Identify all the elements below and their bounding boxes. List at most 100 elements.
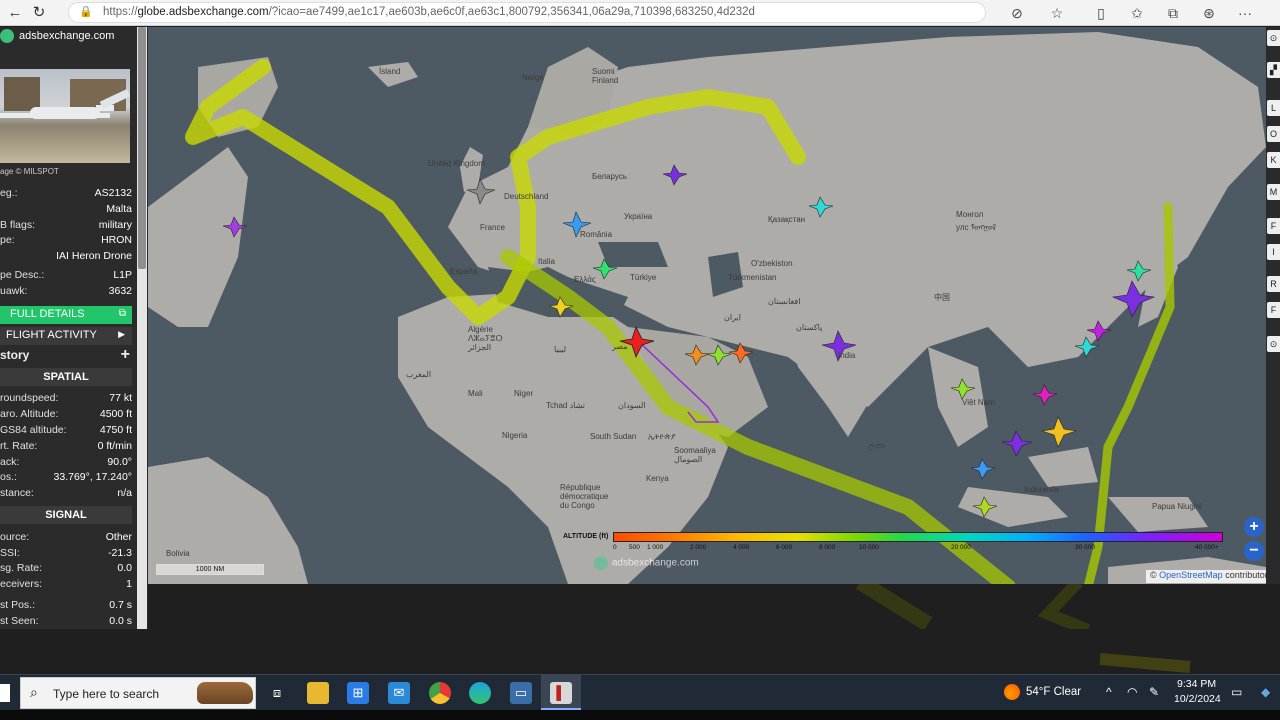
label-france: France (480, 223, 505, 232)
toggle-f2-button[interactable]: F (1267, 302, 1280, 318)
spatial-header: SPATIAL (0, 368, 132, 386)
layers-button[interactable]: ▞ (1267, 62, 1280, 78)
url-text[interactable]: https://globe.adsbexchange.com/?icao=ae7… (103, 6, 755, 18)
more-icon[interactable]: ··· (1234, 3, 1256, 23)
back-icon[interactable]: ← (4, 3, 26, 23)
field-type-desc: pe Desc.: L1P (0, 269, 132, 281)
notifications-icon[interactable]: ▭ (1231, 685, 1242, 699)
label-kazakhstan: Қазақстан (768, 215, 806, 224)
site-watermark: adsbexchange.com (594, 556, 699, 570)
tray-chevron-up-icon[interactable]: ^ (1106, 685, 1112, 699)
settings-button[interactable]: ⊙ (1267, 30, 1280, 46)
label-deutschland: Deutschland (504, 192, 549, 201)
legend-tick: 20 000 (951, 544, 971, 551)
copilot-icon[interactable]: ◆ (1261, 685, 1270, 699)
field-wgs84-altitude: GS84 altitude: 4750 ft (0, 424, 132, 436)
active-app-tab[interactable]: ▌ (541, 675, 581, 710)
label-island: Ísland (379, 67, 401, 76)
toggle-k-button[interactable]: K (1267, 152, 1280, 168)
full-details-button[interactable]: FULL DETAILS ⧉ (0, 306, 132, 324)
flight-map[interactable]: Ísland Norge Suomi Finland United Kingdo… (148, 27, 1266, 584)
expand-plus-icon[interactable]: + (121, 346, 130, 364)
locate-button[interactable]: ⊙ (1267, 336, 1280, 352)
altitude-legend: ALTITUDE (ft) 0 500 1 000 2 000 4 000 6 … (563, 528, 1243, 558)
split-screen-icon[interactable]: ▯ (1090, 3, 1112, 23)
label-india: India (838, 351, 856, 360)
weather-sun-icon (1004, 684, 1020, 700)
toggle-f-button[interactable]: F (1267, 218, 1280, 234)
label-ethiopia: ኢትዮጵያ (648, 432, 676, 441)
flight-activity-button[interactable]: FLIGHT ACTIVITY ▶ (0, 327, 132, 345)
store-icon[interactable]: ⊞ (347, 682, 369, 704)
toggle-r-button[interactable]: R (1267, 276, 1280, 292)
label-turkiye: Türkiye (630, 273, 657, 282)
clock-date[interactable]: 10/2/2024 (1174, 693, 1221, 705)
search-highlight-bear-icon[interactable] (197, 682, 253, 704)
toggle-m-button[interactable]: M (1267, 184, 1280, 200)
field-type-name: IAI Heron Drone (56, 250, 132, 262)
search-icon: ⌕ (30, 684, 38, 700)
label-mongolia: Монгол улс ᠮᠣᠩᠭᠣᠯ (956, 210, 997, 232)
label-china: 中国 (934, 293, 950, 302)
weather-widget[interactable]: 54°F Clear (1004, 684, 1081, 700)
panel-header: adsbexchange.com (0, 27, 136, 47)
history-section-toggle[interactable]: story + (0, 346, 132, 366)
zoom-in-button[interactable]: + (1244, 517, 1264, 537)
chrome-icon[interactable] (429, 682, 451, 704)
tracking-icon[interactable]: ⊘ (1006, 3, 1028, 23)
site-name[interactable]: adsbexchange.com (19, 30, 114, 42)
clock-time[interactable]: 9:34 PM (1177, 678, 1216, 690)
field-position: os.: 33.769°, 17.240° (0, 471, 132, 483)
field-receivers: eceivers: 1 (0, 578, 132, 590)
field-track: ack: 90.0° (0, 456, 132, 468)
pen-icon[interactable]: ✎ (1149, 685, 1159, 699)
field-squawk: uawk: 3632 (0, 285, 132, 297)
app-icon[interactable]: ▭ (510, 682, 532, 704)
address-bar[interactable]: 🔒 https://globe.adsbexchange.com/?icao=a… (68, 2, 986, 23)
mail-icon[interactable]: ✉ (388, 682, 410, 704)
label-ozbekiston: O'zbekiston (751, 259, 793, 268)
collections-icon[interactable]: ⧉ (1162, 3, 1184, 23)
aircraft-photo[interactable] (0, 69, 130, 163)
field-msg-rate: sg. Rate: 0.0 (0, 562, 132, 574)
task-view-icon[interactable]: ⧈ (266, 682, 288, 704)
label-algerie: Algérie ⴷⵣⴰⵢⴻⵔ الجزائر (468, 325, 503, 352)
label-romania: România (580, 230, 613, 239)
label-pakistan: پاکستان (796, 323, 823, 332)
adsb-logo-icon (594, 556, 608, 570)
label-niger: Niger (514, 389, 534, 398)
osm-link[interactable]: OpenStreetMap (1159, 570, 1223, 580)
legend-tick: 0 (613, 544, 617, 551)
network-icon[interactable]: ◠ (1127, 685, 1137, 699)
edge-icon[interactable] (469, 682, 491, 704)
label-iran: ایران (724, 313, 741, 322)
adsb-logo-icon (0, 29, 14, 43)
favorite-star-icon[interactable]: ☆ (1046, 3, 1068, 23)
map-canvas[interactable] (148, 27, 1266, 584)
label-morocco: المغرب (406, 370, 432, 379)
label-bolivia: Bolivia (166, 549, 190, 558)
scrollbar-thumb[interactable] (138, 27, 146, 269)
label-soomaaliya: Soomaaliya الصومال (674, 446, 716, 464)
panel-scrollbar[interactable] (137, 27, 147, 629)
label-belarus: Беларусь (592, 172, 627, 181)
start-windows-icon[interactable] (0, 684, 10, 702)
label-south-sudan: South Sudan (590, 432, 637, 441)
label-afghanistan: افغانستان (768, 297, 801, 306)
map-tool-strip: ⊙ ▞ L O K M F I R F ⊙ (1266, 27, 1280, 584)
label-italia: Italia (538, 257, 555, 266)
legend-tick: 6 000 (776, 544, 793, 551)
toggle-l-button[interactable]: L (1267, 100, 1280, 116)
field-vert-rate: rt. Rate: 0 ft/min (0, 440, 132, 452)
favorites-icon[interactable]: ✩ (1126, 3, 1148, 23)
zoom-out-button[interactable]: − (1244, 541, 1264, 561)
lock-icon[interactable]: 🔒 (79, 5, 93, 18)
aircraft-info-panel: adsbexchange.com age © MILSPOT eg.: AS213… (0, 27, 148, 629)
file-explorer-icon[interactable] (307, 682, 329, 704)
extension-icon[interactable]: ⊛ (1198, 3, 1220, 23)
taskbar-search[interactable]: ⌕ Type here to search (20, 677, 256, 709)
refresh-icon[interactable]: ↻ (28, 3, 50, 23)
toggle-i-button[interactable]: I (1267, 244, 1280, 260)
toggle-o-button[interactable]: O (1267, 126, 1280, 142)
empty-area-bottom (0, 629, 1280, 674)
